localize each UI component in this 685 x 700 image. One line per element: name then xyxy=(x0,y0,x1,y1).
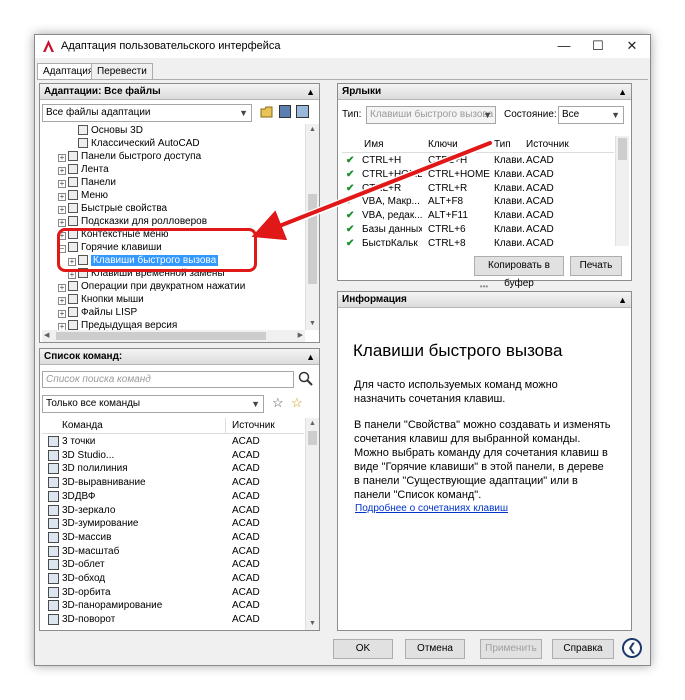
red-arrow xyxy=(251,139,494,241)
cui-dialog: Адаптация пользовательского интерфейса —… xyxy=(34,34,651,666)
